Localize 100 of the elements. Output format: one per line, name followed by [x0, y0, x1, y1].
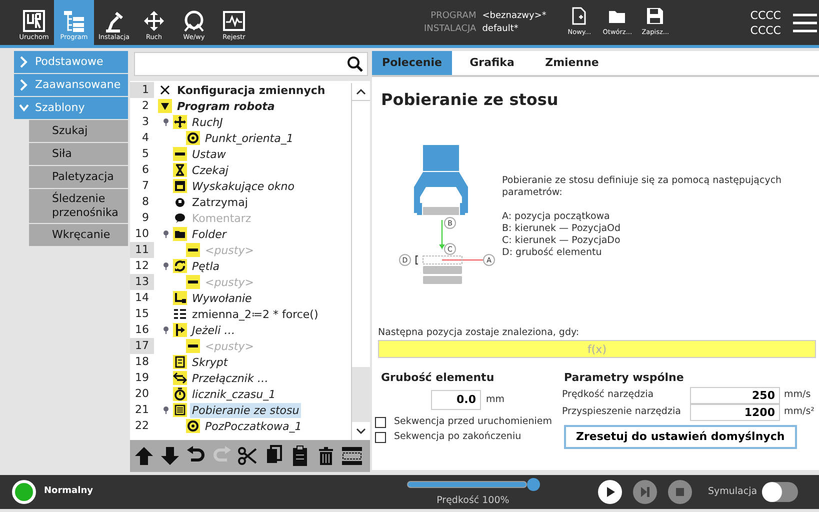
- tab[interactable]: Grafika: [452, 51, 532, 75]
- legend-item: A: pozycja początkowa: [502, 211, 611, 223]
- tree-node[interactable]: zmienna_2≔2 * force(): [190, 306, 320, 322]
- tree-node[interactable]: Konfiguracja zmiennych: [175, 82, 328, 98]
- tree-node[interactable]: Folder: [190, 226, 228, 242]
- unit-label: mm/s: [784, 389, 811, 401]
- tree-node[interactable]: Wyskakujące okno: [190, 178, 296, 194]
- checkbox[interactable]: [375, 432, 386, 442]
- tree-node[interactable]: Ustaw: [190, 146, 228, 162]
- collapse-handle-icon[interactable]: [163, 230, 169, 238]
- reset-button[interactable]: Zresetuj do ustawień domyślnych: [564, 424, 797, 449]
- user-text: CCCC: [750, 22, 781, 38]
- tree-node[interactable]: licznik_czasu_1: [190, 386, 278, 402]
- line-number: 6: [141, 162, 150, 178]
- checkbox[interactable]: [375, 416, 386, 428]
- tree-node[interactable]: Skrypt: [190, 354, 230, 370]
- bar-icon: [186, 339, 200, 353]
- stack-icon: [173, 403, 187, 417]
- scroll-thumb[interactable]: [352, 367, 370, 422]
- collapse-handle-icon[interactable]: [163, 262, 169, 270]
- tree-node[interactable]: Pobieranie ze stosu: [190, 402, 302, 418]
- playback-button[interactable]: [598, 480, 622, 504]
- line-number: 13: [130, 274, 154, 290]
- description-text: Pobieranie ze stosu definiuje się za pomocą następujących parametrów:: [502, 175, 783, 199]
- search-field[interactable]: [134, 52, 368, 76]
- stacked-element: [423, 266, 462, 274]
- document-icon: [173, 355, 187, 369]
- installation-label: INSTALACJA: [424, 22, 476, 36]
- line-number: 8: [141, 194, 150, 210]
- line-number: 1: [130, 82, 154, 98]
- chevron-down-icon: [356, 428, 366, 434]
- parameter-label: Przyspieszenie narzędzia: [562, 406, 682, 418]
- tab[interactable]: Polecenie: [372, 51, 452, 75]
- parameter-field[interactable]: 250: [690, 386, 780, 404]
- program-name: <beznazwy>*: [482, 10, 546, 22]
- user-text: CCCC: [750, 8, 781, 22]
- parameter-label: Prędkość narzędzia: [562, 389, 655, 401]
- hourglass-icon: [173, 163, 187, 177]
- tree-node[interactable]: Program robota: [175, 98, 277, 114]
- stacked-element: [423, 276, 462, 284]
- loop-arrows-icon: [173, 259, 187, 273]
- line-number: 21: [134, 402, 150, 418]
- circle-arrows-icon: [182, 9, 206, 34]
- line-number: 18: [134, 354, 150, 370]
- double-arrow-icon: [173, 371, 187, 385]
- branch-icon: [173, 291, 187, 305]
- simulation-toggle[interactable]: [762, 482, 798, 502]
- stopwatch-icon: [173, 387, 187, 401]
- line-number: 4: [141, 130, 150, 146]
- tree-node[interactable]: RuchJ: [190, 114, 225, 130]
- unit-label: mm: [486, 394, 505, 406]
- simulation-label: Symulacja: [708, 484, 758, 499]
- menu-button[interactable]: [793, 12, 817, 32]
- legend-item: C: kierunek — PozycjaDo: [502, 235, 622, 247]
- tree-node[interactable]: Czekaj: [190, 162, 230, 178]
- cross-arrows-icon: [173, 115, 187, 129]
- collapse-handle-icon[interactable]: [163, 326, 169, 334]
- tab[interactable]: Zmienne: [532, 51, 612, 75]
- line-number: 17: [130, 338, 154, 354]
- bar-icon: [186, 243, 200, 257]
- target-icon: [186, 131, 200, 145]
- new-file-icon: [570, 7, 588, 26]
- line-number: 10: [134, 226, 150, 242]
- condition-field[interactable]: f(x): [378, 340, 816, 358]
- template-item[interactable]: Śledzenie przenośnika: [29, 189, 128, 223]
- folder-icon: [173, 227, 187, 241]
- arrow-up-icon: [133, 445, 155, 467]
- collapse-handle-icon[interactable]: [163, 118, 169, 126]
- tree-node[interactable]: Wywołanie: [190, 290, 254, 306]
- line-number: 2: [141, 98, 150, 114]
- menu-icon: [793, 12, 817, 32]
- template-item[interactable]: Wkręcanie: [29, 224, 128, 246]
- template-item[interactable]: Szukaj: [29, 120, 128, 142]
- line-number: 9: [141, 210, 150, 226]
- thickness-field[interactable]: 0.0: [431, 390, 481, 410]
- tree-node[interactable]: Pętla: [190, 258, 222, 274]
- window-icon: [173, 179, 187, 193]
- tree-node[interactable]: Punkt_orienta_1: [203, 130, 296, 146]
- bar-icon: [186, 275, 200, 289]
- target-icon: [186, 419, 200, 433]
- logo-icon: [22, 9, 46, 34]
- slider-handle[interactable]: [526, 478, 540, 491]
- tree-node[interactable]: Jeżeli …: [190, 322, 238, 338]
- suppress-bars-icon: [341, 445, 363, 467]
- collapse-handle-icon[interactable]: [163, 406, 169, 414]
- template-item[interactable]: Paletyzacja: [29, 166, 128, 188]
- tree-node[interactable]: PozPoczatkowa_1: [203, 418, 304, 434]
- parameter-field[interactable]: 1200: [690, 404, 780, 420]
- line-number: 7: [141, 178, 150, 194]
- tree-node[interactable]: Zatrzymaj: [190, 194, 250, 210]
- line-number: 5: [141, 146, 150, 162]
- tree-node[interactable]: Przełącznik …: [190, 370, 270, 386]
- section-title: Grubość elementu: [381, 370, 496, 386]
- line-number: 15: [134, 306, 150, 322]
- legend-item: D: grubość elementu: [502, 247, 603, 259]
- panel-title: Pobieranie ze stosu: [381, 89, 560, 111]
- speed-label: Prędkość 100%: [436, 494, 510, 508]
- template-item[interactable]: Siła: [29, 143, 128, 165]
- unit-label: mm/s²: [784, 406, 814, 418]
- checkbox-label: Sekwencja przed uruchomieniem: [394, 416, 552, 428]
